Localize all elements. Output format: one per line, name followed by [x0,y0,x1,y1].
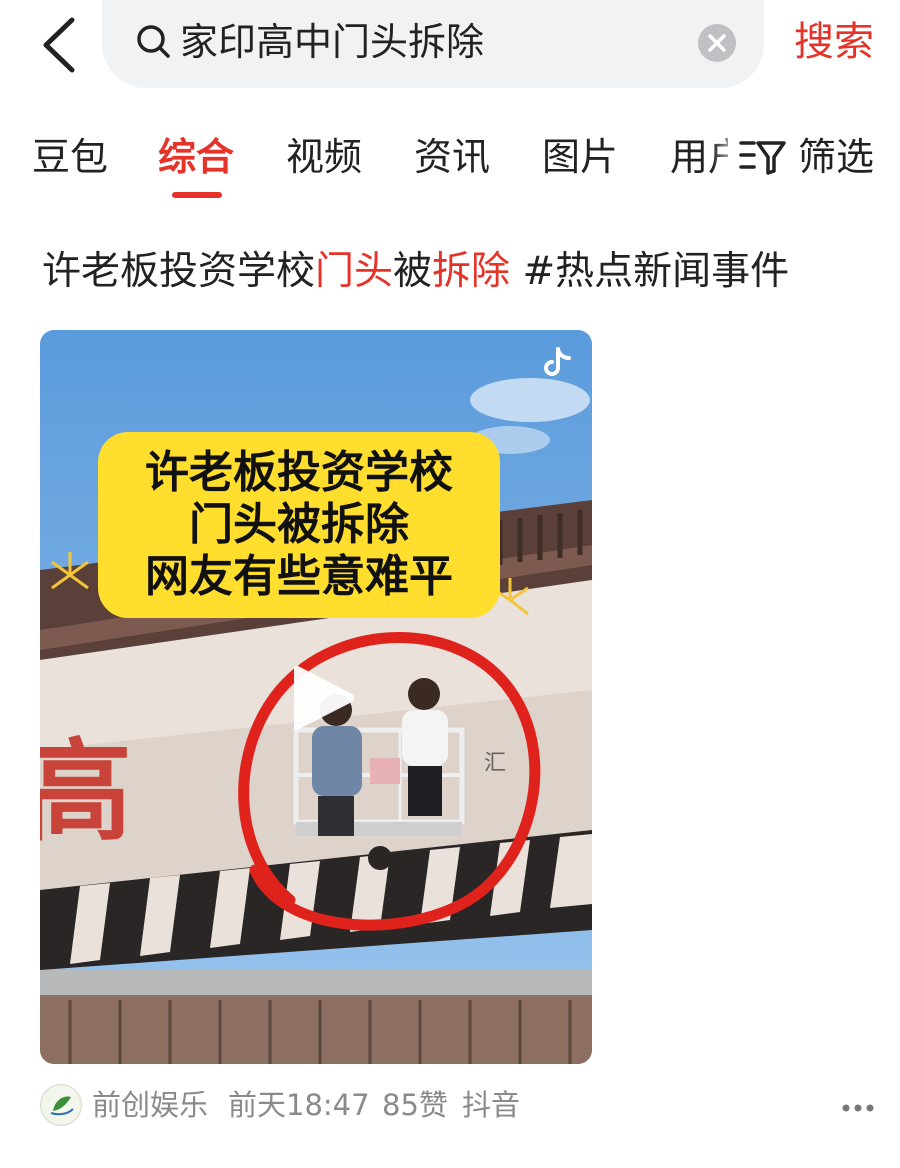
search-box[interactable]: 家印高中门头拆除 [102,0,764,88]
tab-general[interactable]: 综合 [158,132,234,182]
category-tabs: 豆包 综合 视频 资讯 图片 用户 筛选 [0,122,900,202]
tab-video[interactable]: 视频 [286,132,362,182]
sign-character: 高 [40,727,132,856]
result-title[interactable]: 许老板投资学校门头被拆除 #热点新闻事件 [42,244,789,300]
title-text: 被 [393,249,433,294]
title-highlight: 门头 [315,249,394,294]
title-highlight: 拆除 [432,249,511,294]
back-button[interactable] [38,14,84,74]
tiktok-icon [544,347,571,376]
title-text: 许老板投资学校 [42,249,316,294]
video-caption-overlay: 许老板投资学校 门头被拆除 网友有些意难平 [98,432,500,618]
filter-icon [739,141,786,175]
svg-text:汇: 汇 [484,751,506,776]
filter-button[interactable]: 筛选 [738,132,875,182]
title-hashtag: #热点新闻事件 [510,249,790,294]
search-button[interactable]: 搜索 [794,14,874,70]
like-count: 85赞 [382,1088,448,1122]
search-icon [137,25,170,58]
more-options-icon[interactable] [840,1086,880,1126]
play-icon[interactable] [288,660,358,736]
author-logo-icon [42,1086,80,1124]
result-meta: 前创娱乐 前天18:47 85赞 抖音 [40,1082,880,1132]
search-header: 家印高中门头拆除 搜索 [0,0,900,90]
clear-search-button[interactable] [698,24,736,62]
active-tab-indicator [172,192,222,198]
source-platform: 抖音 [462,1088,521,1122]
tab-images[interactable]: 图片 [542,132,618,182]
video-thumbnail[interactable]: 高 汇 许老板投资学校 门头被拆除 网友有些意难平 [40,330,592,1064]
tab-doubao[interactable]: 豆包 [32,132,108,182]
tab-news[interactable]: 资讯 [414,132,490,182]
author-avatar[interactable] [40,1084,82,1126]
close-icon [708,34,726,52]
back-arrow-icon [43,17,75,73]
author-name[interactable]: 前创娱乐 [92,1082,208,1128]
filter-label: 筛选 [798,135,875,179]
overlay-line: 网友有些意难平 [145,551,453,602]
overlay-line: 门头被拆除 [189,499,409,550]
search-input[interactable]: 家印高中门头拆除 [180,16,484,68]
publish-time: 前天18:47 [228,1088,370,1122]
overlay-line: 许老板投资学校 [145,447,453,498]
